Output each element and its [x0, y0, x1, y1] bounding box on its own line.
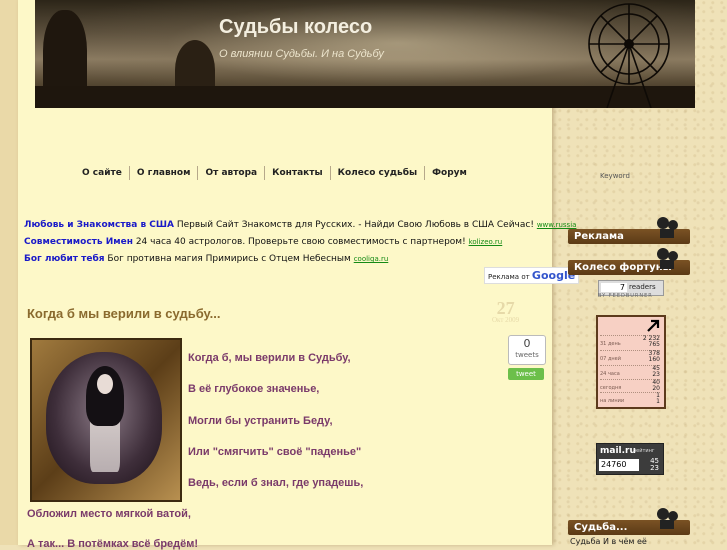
nav-main[interactable]: О главном [128, 166, 198, 180]
counter-row-label: сегодня [600, 385, 622, 391]
counter-row: сегодня 40 20 [600, 379, 660, 392]
ad-link[interactable]: Бог любит тебя [24, 254, 105, 264]
counter-row-label: 31 день [600, 341, 621, 347]
film-reel-icon [657, 248, 678, 269]
poem-line: А так... В потёмках всё бредём! [27, 538, 199, 550]
ad-link[interactable]: Любовь и Знакомства в США [24, 220, 174, 230]
mailru-rating-badge[interactable]: mail.ru рейтинг 24760 45 23 [596, 443, 664, 475]
site-subtitle: О влиянии Судьбы. И на Судьбу [219, 48, 384, 60]
nav-author[interactable]: От автора [197, 166, 264, 180]
poem-line: Могли бы устранить Беду, [188, 415, 333, 427]
tweet-button[interactable]: tweet [508, 368, 544, 380]
nav-about[interactable]: О сайте [75, 166, 129, 180]
poem-line: В её глубокое значенье, [188, 383, 320, 395]
counter-row-label: 24 часа [600, 371, 620, 377]
keyword-label[interactable]: Keyword [600, 172, 630, 180]
ads-by-google[interactable]: Реклама от Google [484, 267, 580, 284]
mailru-logo: mail.ru [600, 446, 636, 456]
tweet-count: 0 [523, 337, 531, 350]
counter-row: 24 часа 45 23 [600, 365, 660, 378]
ad-url[interactable]: kolizeo.ru [469, 238, 503, 246]
poem-line: Или "смягчить" своё "паденье" [188, 446, 362, 458]
ad-row: Совместимость Имен 24 часа 40 астрологов… [24, 234, 554, 251]
site-title[interactable]: Судьбы колесо [219, 16, 372, 39]
ad-row: Любовь и Знакомства в США Первый Сайт Зн… [24, 217, 576, 234]
counter-value: 160 [648, 356, 660, 363]
ad-row: Бог любит тебя Бог противна магия Примир… [24, 251, 554, 268]
feedburner-by: BY FEEDBURNER [598, 293, 653, 299]
post-title[interactable]: Когда б мы верили в судьбу... [27, 306, 220, 321]
feedburner-count: 7 [601, 283, 627, 292]
ad-text: Первый Сайт Знакомств для Русских. - Най… [176, 220, 534, 230]
counter-value: 765 [648, 341, 660, 348]
ad-block: Любовь и Знакомства в США Первый Сайт Зн… [24, 217, 576, 268]
counter-row: 07 дней 378 160 [600, 350, 660, 363]
page-left-margin [0, 0, 18, 545]
ad-text: 24 часа 40 астрологов. Проверьте свою со… [135, 237, 466, 247]
nav-forum[interactable]: Форум [424, 166, 474, 180]
counter-row-label: 07 дней [600, 356, 622, 362]
mailru-r2: 23 [650, 464, 659, 472]
post-date-day: 27 [496, 298, 515, 318]
poem-line: Обложил место мягкой ватой, [27, 508, 191, 520]
tweet-counter: 0 tweets [508, 335, 546, 365]
nav-wheel[interactable]: Колесо судьбы [329, 166, 424, 180]
film-reel-icon [657, 217, 678, 238]
post-image [30, 338, 182, 502]
arrow-icon [647, 319, 660, 332]
ads-by-label: Реклама от [488, 273, 530, 281]
visitor-counter[interactable]: 31 день 2 232 765 07 дней 378 160 24 час… [596, 315, 666, 409]
ferris-wheel-icon [588, 3, 670, 108]
counter-value: 1 [656, 398, 660, 405]
poem-line: Когда б, мы верили в Судьбу, [188, 352, 351, 364]
post-date-month: Окт 2009 [492, 316, 520, 324]
woman-face [97, 374, 113, 394]
ad-url[interactable]: www.russia [537, 221, 577, 229]
counter-value: 23 [652, 371, 660, 378]
painting-mirror [46, 352, 162, 484]
counter-row: 31 день 2 232 765 [600, 335, 660, 348]
film-reel-icon [657, 508, 678, 529]
ad-text: Бог противна магия Примирись с Отцем Неб… [107, 254, 351, 264]
counter-row-label: на линии [600, 398, 625, 404]
ad-url[interactable]: cooliga.ru [354, 255, 389, 263]
mailru-count: 24760 [599, 459, 639, 471]
tweet-count-label: tweets [515, 351, 539, 359]
nav-contacts[interactable]: Контакты [264, 166, 330, 180]
mailru-sub: рейтинг [633, 448, 655, 454]
post-date: 27 Окт 2009 [492, 298, 520, 324]
feedburner-label: readers [629, 283, 656, 291]
main-nav: О сайте О главном От автора Контакты Кол… [75, 166, 474, 180]
poem-line: Ведь, если б знал, где упадешь, [188, 477, 364, 489]
ad-link[interactable]: Совместимость Имен [24, 237, 133, 247]
counter-row: на линии 1 1 [600, 392, 660, 405]
